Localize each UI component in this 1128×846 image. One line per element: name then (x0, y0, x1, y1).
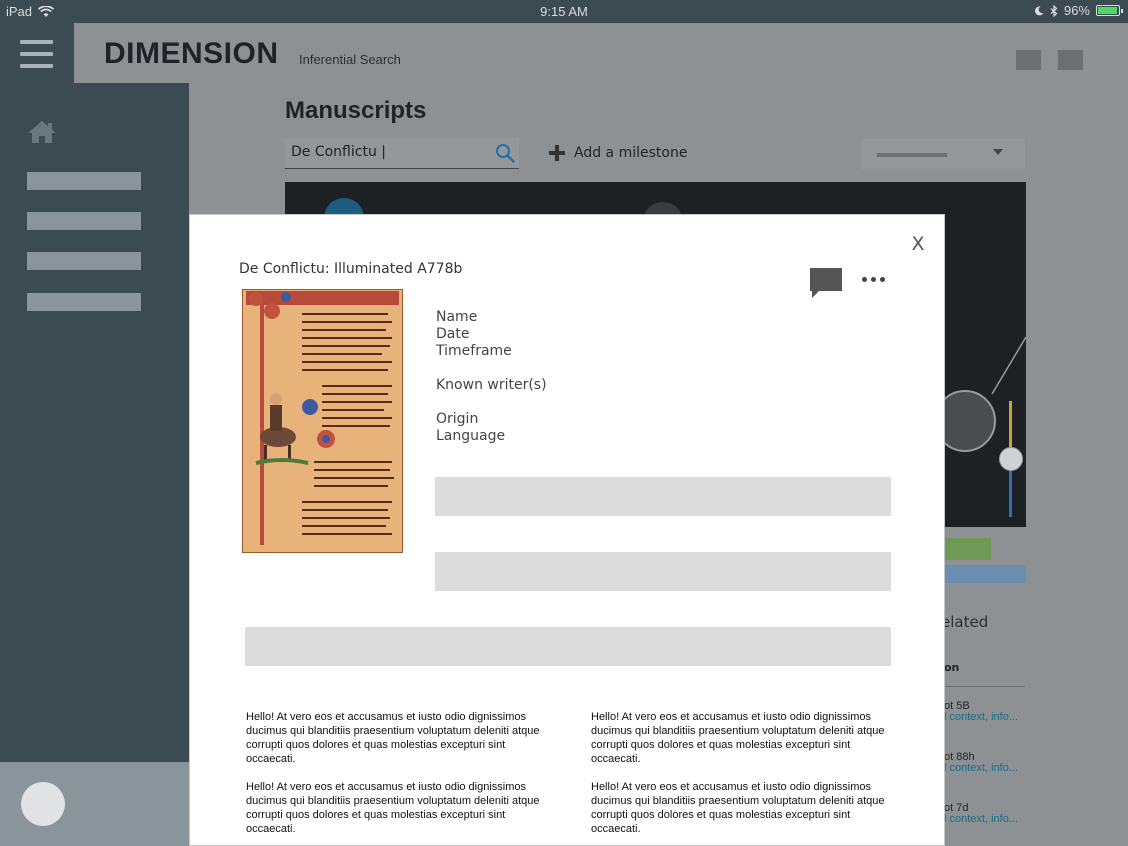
related-heading: elated (941, 613, 989, 631)
paragraph: Hello! At vero eos et accusamus et iusto… (246, 781, 540, 835)
bluetooth-icon (1050, 4, 1058, 17)
chevron-down-icon (993, 149, 1003, 155)
sidebar-item-2[interactable] (27, 212, 141, 230)
brand-subtitle: Inferential Search (299, 52, 401, 67)
content-placeholder-2 (435, 552, 891, 591)
sidebar-item-1[interactable] (27, 172, 141, 190)
sidebar-item-3[interactable] (27, 252, 141, 270)
comment-icon[interactable] (809, 267, 843, 299)
manuscript-detail-modal: X De Conflictu: Illuminated A778b Name D… (189, 214, 945, 846)
field-name-label: Name (436, 309, 478, 325)
sidebar-footer (0, 762, 189, 846)
related-item[interactable]: ot 7d l context, info... (944, 803, 1018, 825)
divider (941, 686, 1025, 687)
header-button-2[interactable] (1058, 50, 1083, 70)
plus-icon (549, 145, 565, 161)
battery-icon (1096, 5, 1123, 16)
content-placeholder-1 (435, 477, 891, 516)
description-column-right: Hello! At vero eos et accusamus et iusto… (591, 710, 893, 846)
paragraph: Hello! At vero eos et accusamus et iusto… (591, 781, 885, 835)
modal-title: De Conflictu: Illuminated A778b (239, 261, 463, 277)
page-title: Manuscripts (285, 97, 427, 124)
add-milestone-label: Add a milestone (574, 145, 688, 161)
status-time: 9:15 AM (540, 4, 588, 19)
manuscript-thumbnail (242, 289, 403, 553)
field-writers-label: Known writer(s) (436, 377, 547, 393)
more-options-icon[interactable] (862, 277, 885, 282)
timeline-bar (941, 565, 1026, 583)
paragraph: Hello! At vero eos et accusamus et iusto… (246, 711, 540, 765)
content-placeholder-3 (245, 627, 891, 666)
related-item[interactable]: ot 5B l context, info... (944, 701, 1018, 723)
field-language-label: Language (436, 428, 506, 444)
battery-fill (1098, 7, 1118, 14)
status-bar: iPad 9:15 AM 96% (0, 0, 1128, 23)
add-milestone-button[interactable]: Add a milestone (549, 145, 687, 161)
related-item-context[interactable]: l context, info... (944, 712, 1018, 723)
brand-logo: DIMENSION (104, 37, 279, 70)
manuscript-fields: Name Date Timeframe Known writer(s) Orig… (436, 309, 547, 445)
field-timeframe-label: Timeframe (436, 343, 512, 359)
field-date-label: Date (436, 326, 470, 342)
dropdown-value-placeholder (877, 153, 947, 157)
field-origin-label: Origin (436, 411, 479, 427)
moon-icon (1034, 5, 1044, 15)
related-item[interactable]: ot 88h l context, info... (944, 752, 1018, 774)
status-right: 96% (1034, 3, 1123, 18)
sidebar-item-4[interactable] (27, 293, 141, 311)
home-icon[interactable] (27, 120, 57, 144)
zoom-slider-handle[interactable] (999, 447, 1023, 471)
close-button[interactable]: X (908, 233, 928, 255)
related-item-context[interactable]: l context, info... (944, 814, 1018, 825)
app-header: DIMENSION Inferential Search (74, 23, 1128, 83)
graph-edge (991, 336, 1026, 395)
nav-top (0, 23, 74, 83)
sidebar (0, 83, 189, 762)
search-icon[interactable] (495, 143, 515, 163)
search-input[interactable] (291, 144, 481, 160)
header-button-1[interactable] (1016, 50, 1041, 70)
status-tag (941, 538, 991, 560)
filter-dropdown[interactable] (861, 139, 1025, 169)
related-item-context[interactable]: l context, info... (944, 763, 1018, 774)
related-column-header: on (944, 661, 960, 674)
paragraph: Hello! At vero eos et accusamus et iusto… (591, 711, 885, 765)
avatar[interactable] (21, 782, 65, 826)
description-column-left: Hello! At vero eos et accusamus et iusto… (246, 710, 548, 846)
menu-icon[interactable] (20, 40, 53, 69)
search-box (285, 138, 519, 169)
battery-percent: 96% (1063, 3, 1090, 18)
